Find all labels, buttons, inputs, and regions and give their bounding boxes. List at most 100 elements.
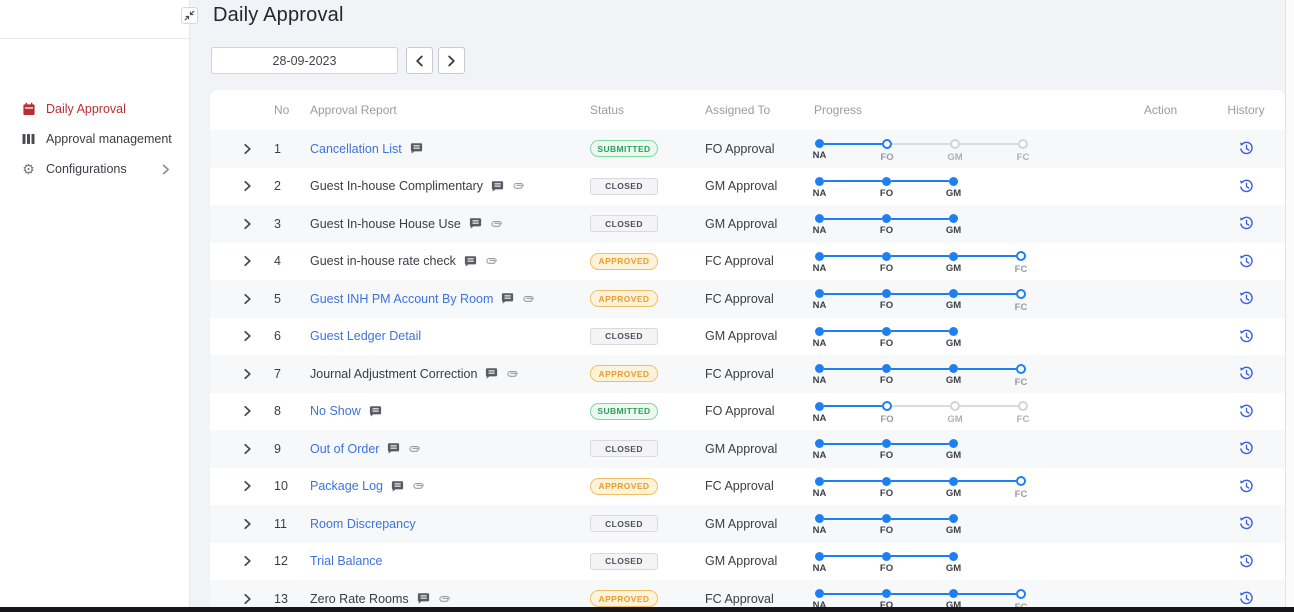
table-row: 5 Guest INH PM Account By Room APPROVED …	[210, 280, 1285, 318]
comment-icon[interactable]	[469, 217, 482, 230]
columns-icon	[21, 133, 36, 145]
comment-icon[interactable]	[417, 592, 430, 605]
row-number: 7	[274, 367, 310, 381]
progress-stepper: NAFOGM	[815, 514, 1114, 523]
history-icon[interactable]	[1239, 591, 1254, 606]
assigned-to: FC Approval	[702, 592, 814, 606]
history-icon[interactable]	[1239, 216, 1254, 231]
expand-chevron-icon[interactable]	[243, 555, 252, 567]
assigned-to: GM Approval	[702, 217, 814, 231]
assigned-to: GM Approval	[702, 554, 814, 568]
comment-icon[interactable]	[369, 405, 382, 418]
expand-chevron-icon[interactable]	[243, 443, 252, 455]
assigned-to: GM Approval	[702, 517, 814, 531]
column-header-approval-report: Approval Report	[310, 103, 590, 117]
history-icon[interactable]	[1239, 366, 1254, 381]
assigned-to: FO Approval	[702, 404, 814, 418]
prev-day-button[interactable]	[406, 47, 433, 74]
assigned-to: FC Approval	[702, 479, 814, 493]
attachment-paperclip-icon[interactable]	[512, 181, 525, 191]
history-icon[interactable]	[1239, 554, 1254, 569]
sidebar-collapse-button[interactable]	[181, 7, 198, 24]
chevron-left-icon	[415, 55, 424, 67]
attachment-paperclip-icon[interactable]	[522, 294, 535, 304]
expand-chevron-icon[interactable]	[243, 218, 252, 230]
expand-chevron-icon[interactable]	[243, 480, 252, 492]
report-link[interactable]: Trial Balance	[310, 554, 383, 568]
progress-stepper: NAFOGMFC	[815, 139, 1114, 149]
progress-stepper: NAFOGM	[815, 552, 1114, 561]
history-icon[interactable]	[1239, 254, 1254, 269]
sidebar-item-approval-management[interactable]: Approval management	[0, 124, 190, 154]
report-link[interactable]: Guest Ledger Detail	[310, 329, 421, 343]
attachment-paperclip-icon[interactable]	[490, 219, 503, 229]
expand-chevron-icon[interactable]	[243, 518, 252, 530]
history-icon[interactable]	[1239, 141, 1254, 156]
comment-icon[interactable]	[464, 255, 477, 268]
progress-stepper: NAFOGM	[815, 214, 1114, 223]
expand-chevron-icon[interactable]	[243, 593, 252, 605]
assigned-to: FO Approval	[702, 142, 814, 156]
sidebar-item-configurations[interactable]: ⚙ Configurations	[0, 154, 190, 184]
assigned-to: FC Approval	[702, 254, 814, 268]
next-day-button[interactable]	[438, 47, 465, 74]
expand-chevron-icon[interactable]	[243, 180, 252, 192]
expand-chevron-icon[interactable]	[243, 368, 252, 380]
row-number: 4	[274, 254, 310, 268]
table-header: No Approval Report Status Assigned To Pr…	[210, 90, 1285, 130]
table-row: 12 Trial Balance CLOSED GM Approval NAFO…	[210, 543, 1285, 581]
history-icon[interactable]	[1239, 516, 1254, 531]
comment-icon[interactable]	[501, 292, 514, 305]
collapse-arrows-icon	[184, 10, 195, 21]
window-edge	[0, 607, 1294, 612]
attachment-paperclip-icon[interactable]	[408, 444, 421, 454]
history-icon[interactable]	[1239, 291, 1254, 306]
assigned-to: FC Approval	[702, 292, 814, 306]
progress-stepper: NAFOGMFC	[815, 289, 1114, 299]
expand-chevron-icon[interactable]	[243, 293, 252, 305]
history-icon[interactable]	[1239, 479, 1254, 494]
attachment-paperclip-icon[interactable]	[438, 594, 451, 604]
comment-icon[interactable]	[491, 180, 504, 193]
expand-chevron-icon[interactable]	[243, 330, 252, 342]
status-badge: APPROVED	[590, 478, 658, 495]
report-link[interactable]: Guest INH PM Account By Room	[310, 292, 493, 306]
date-input[interactable]	[211, 47, 398, 74]
history-icon[interactable]	[1239, 179, 1254, 194]
status-badge: SUBMITTED	[590, 140, 658, 157]
report-name: Guest In-house House Use	[310, 217, 461, 231]
report-link[interactable]: Cancellation List	[310, 142, 402, 156]
approval-table-card: No Approval Report Status Assigned To Pr…	[210, 90, 1285, 612]
report-link[interactable]: Room Discrepancy	[310, 517, 416, 531]
comment-icon[interactable]	[485, 367, 498, 380]
assigned-to: GM Approval	[702, 179, 814, 193]
attachment-paperclip-icon[interactable]	[506, 369, 519, 379]
report-link[interactable]: Out of Order	[310, 442, 379, 456]
report-link[interactable]: No Show	[310, 404, 361, 418]
table-row: 8 No Show SUBMITTED FO Approval NAFOGMFC	[210, 393, 1285, 431]
comment-icon[interactable]	[410, 142, 423, 155]
status-badge: CLOSED	[590, 178, 658, 195]
comment-icon[interactable]	[391, 480, 404, 493]
attachment-paperclip-icon[interactable]	[412, 481, 425, 491]
comment-icon[interactable]	[387, 442, 400, 455]
expand-chevron-icon[interactable]	[243, 255, 252, 267]
expand-chevron-icon[interactable]	[243, 405, 252, 417]
attachment-paperclip-icon[interactable]	[485, 256, 498, 266]
history-icon[interactable]	[1239, 404, 1254, 419]
column-header-status: Status	[590, 103, 702, 117]
sidebar-item-daily-approval[interactable]: Daily Approval	[0, 94, 190, 124]
report-link[interactable]: Package Log	[310, 479, 383, 493]
row-number: 10	[274, 479, 310, 493]
history-icon[interactable]	[1239, 329, 1254, 344]
row-number: 3	[274, 217, 310, 231]
row-number: 11	[274, 517, 310, 531]
progress-stepper: NAFOGM	[815, 439, 1114, 448]
expand-chevron-icon[interactable]	[243, 143, 252, 155]
gear-icon: ⚙	[21, 162, 36, 176]
progress-stepper: NAFOGMFC	[815, 364, 1114, 374]
history-icon[interactable]	[1239, 441, 1254, 456]
scrollbar[interactable]	[1285, 0, 1294, 612]
table-row: 9 Out of Order CLOSED GM Approval NAFOGM	[210, 430, 1285, 468]
report-name: Guest In-house Complimentary	[310, 179, 483, 193]
